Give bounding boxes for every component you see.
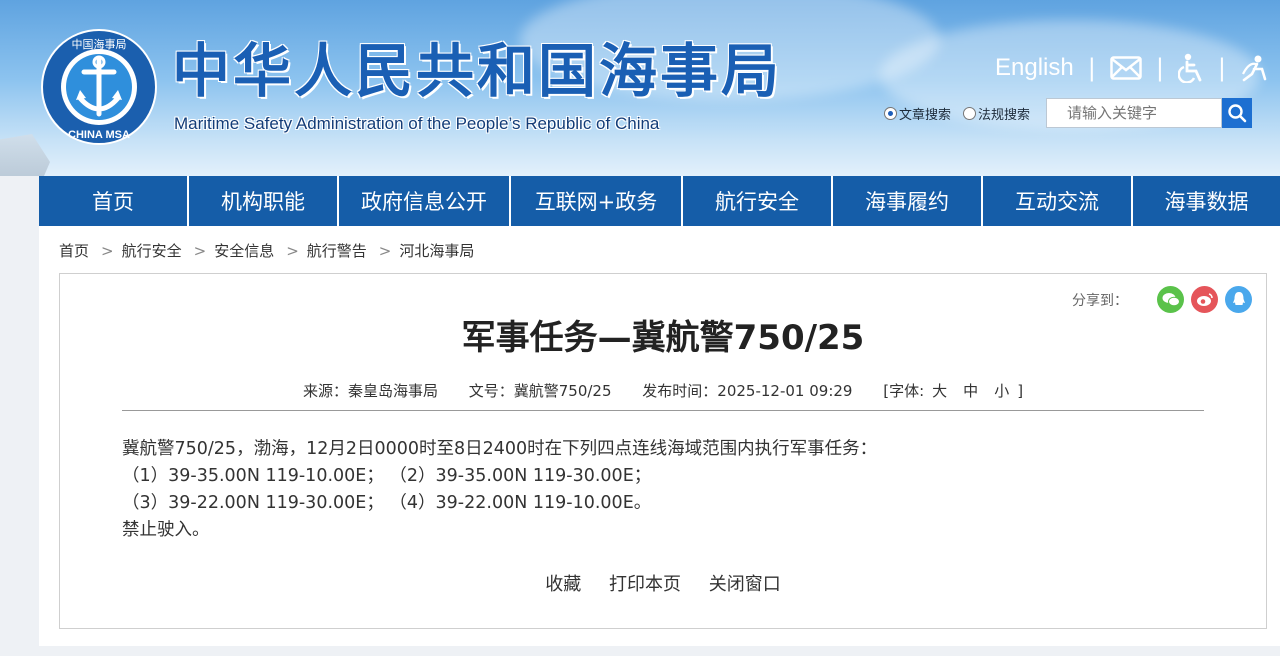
nav-item-functions[interactable]: 机构职能 [189,176,339,226]
font-size-large[interactable]: 大 [932,382,947,400]
share-bar: 分享到： [1072,286,1252,313]
english-link[interactable]: English [995,54,1074,82]
font-size-small[interactable]: 小 [994,382,1009,400]
search-bar: 文章搜索 法规搜索 [884,98,1253,128]
body-paragraph: 冀航警750/25，渤海，12月2日0000时至8日2400时在下列四点连线海域… [122,439,878,459]
article-publish-time: 发布时间：2025-12-01 09:29 [642,382,853,400]
search-option-articles[interactable]: 文章搜索 [884,104,951,123]
breadcrumb-item[interactable]: 首页 [59,240,89,261]
close-window-button[interactable]: 关闭窗口 [709,574,781,595]
site-title: 中华人民共和国海事局 [172,37,783,105]
divider: | [1155,54,1164,82]
msa-logo[interactable]: 中国海事局 CHINA MSA [40,28,158,146]
breadcrumb-separator: > [193,241,207,260]
nav-item-compliance[interactable]: 海事履约 [833,176,983,226]
site-header: 中国海事局 CHINA MSA 中华人民共和国海事局 Maritime Safe… [0,0,1280,176]
breadcrumb-item[interactable]: 河北海事局 [399,240,474,261]
content-page: 首页 > 航行安全 > 安全信息 > 航行警告 > 河北海事局 分享到： 军事任… [39,226,1280,646]
article-source: 来源：秦皇岛海事局 [302,382,438,400]
print-button[interactable]: 打印本页 [609,574,681,595]
body-paragraph: （3）39-22.00N 119-30.00E； （4）39-22.00N 11… [122,493,652,513]
logo-top-text: 中国海事局 [72,37,127,51]
breadcrumb-separator: > [101,241,114,260]
breadcrumb-item[interactable]: 航行警告 [307,240,367,261]
article-body: 冀航警750/25，渤海，12月2日0000时至8日2400时在下列四点连线海域… [122,436,877,544]
article-title: 军事任务—冀航警750/25 [461,318,865,358]
radio-unselected[interactable] [963,106,977,120]
nav-item-navigation-safety[interactable]: 航行安全 [683,176,833,226]
nav-item-gov-info[interactable]: 政府信息公开 [339,176,511,226]
radio-selected[interactable] [884,106,897,120]
font-size-switcher: [字体: 大中小] [883,382,1023,400]
nav-item-data[interactable]: 海事数据 [1133,176,1280,226]
body-paragraph: 禁止驶入。 [122,520,210,540]
search-input[interactable] [1046,98,1223,128]
font-size-bracket: ] [1017,382,1024,400]
divider: | [1217,54,1226,82]
main-nav: 首页 机构职能 政府信息公开 互联网+政务 航行安全 海事履约 互动交流 海事数… [39,176,1280,226]
search-button[interactable] [1222,98,1253,128]
nav-item-interaction[interactable]: 互动交流 [983,176,1133,226]
search-option-label: 文章搜索 [899,107,952,123]
article-actions: 收藏 打印本页 关闭窗口 [60,570,1266,596]
article-doc-number: 文号：冀航警750/25 [468,382,612,400]
nav-item-internet-gov[interactable]: 互联网+政务 [511,176,683,226]
mail-icon[interactable] [1110,56,1142,80]
nav-item-home[interactable]: 首页 [39,176,189,226]
body-paragraph: （1）39-35.00N 119-10.00E； （2）39-35.00N 11… [122,466,652,486]
search-icon [1228,104,1247,123]
elder-care-icon[interactable] [1240,54,1268,82]
qq-icon[interactable] [1225,286,1252,313]
divider: | [1087,54,1096,82]
title-divider [122,410,1204,411]
site-subtitle: Maritime Safety Administration of the Pe… [174,114,660,133]
search-option-label: 法规搜索 [978,107,1031,123]
breadcrumb-separator: > [378,241,392,260]
breadcrumb-separator: > [286,241,299,260]
logo-bottom-text: CHINA MSA [68,129,130,141]
breadcrumb-item[interactable]: 航行安全 [122,240,182,261]
breadcrumb: 首页 > 航行安全 > 安全信息 > 航行警告 > 河北海事局 [59,240,474,261]
font-size-label: [字体: [883,382,925,400]
wechat-icon[interactable] [1157,286,1184,313]
article-panel: 分享到： 军事任务—冀航警750/25 来源：秦皇岛海事局 文号：冀航警750/… [59,273,1267,629]
share-label: 分享到： [1072,292,1128,309]
accessibility-icon[interactable] [1177,53,1204,83]
breadcrumb-item[interactable]: 安全信息 [214,240,274,261]
favorite-button[interactable]: 收藏 [545,574,581,595]
weibo-icon[interactable] [1191,286,1218,313]
top-links: English | | | [995,52,1268,84]
font-size-medium[interactable]: 中 [963,382,978,400]
search-option-regulations[interactable]: 法规搜索 [963,104,1030,123]
article-meta: 来源：秦皇岛海事局 文号：冀航警750/25 发布时间：2025-12-01 0… [60,380,1266,401]
